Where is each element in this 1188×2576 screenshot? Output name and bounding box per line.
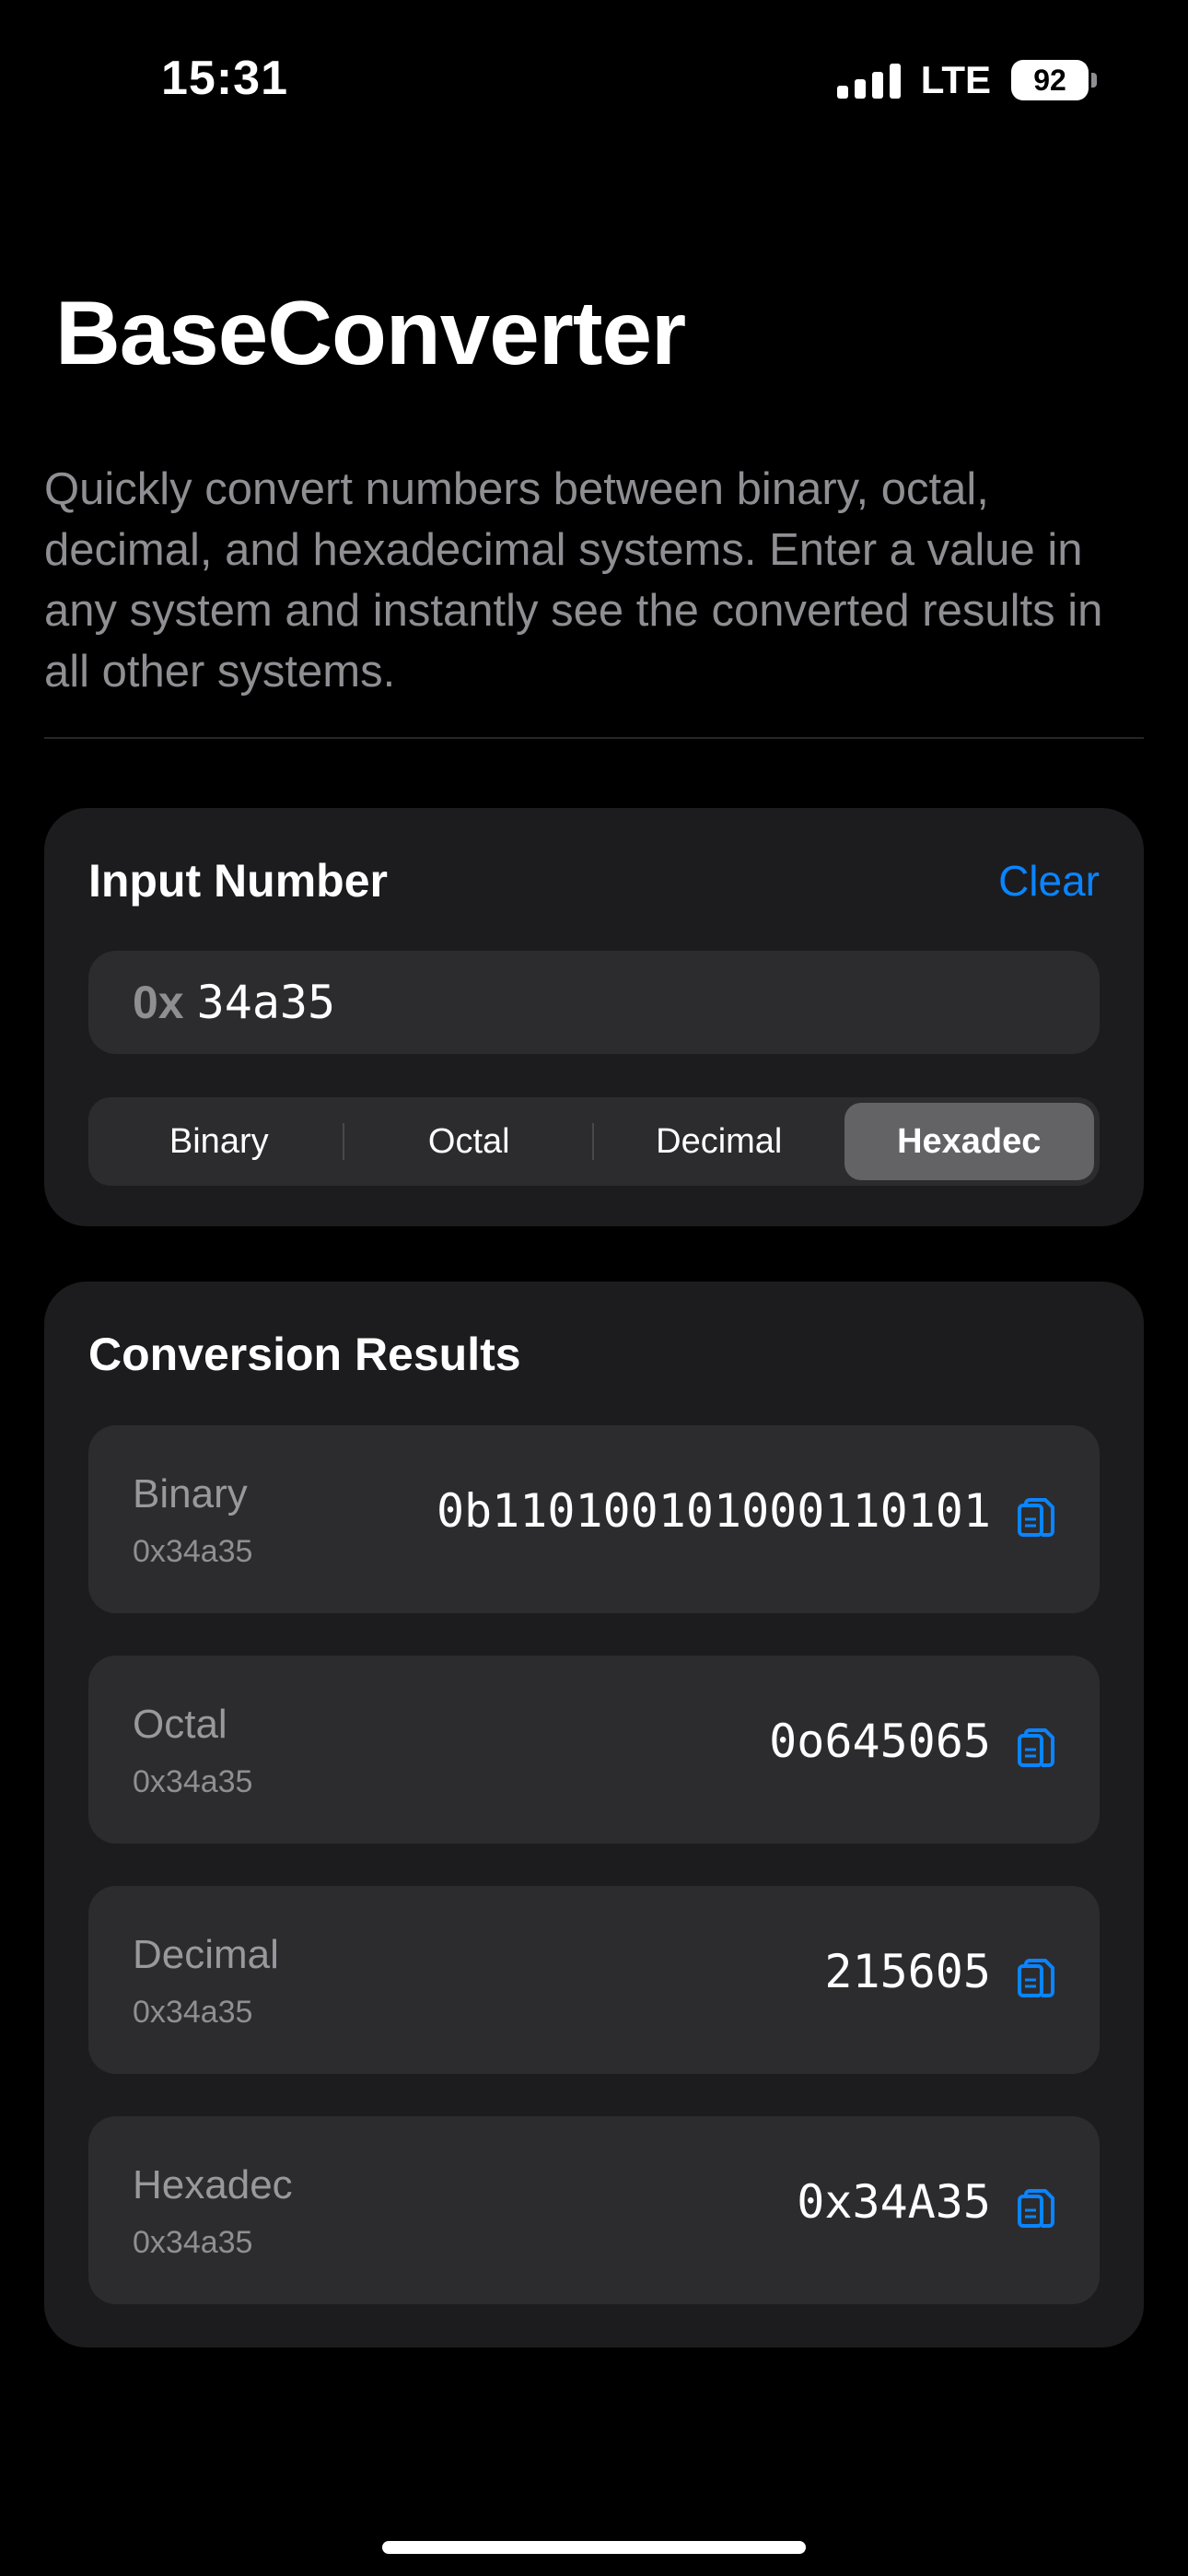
segment-octal[interactable]: Octal [344,1103,595,1180]
result-row-decimal: Decimal 0x34a35 215605 [88,1886,1100,2074]
result-source: 0x34a35 [133,1534,253,1569]
app-description: Quickly convert numbers between binary, … [44,464,1103,697]
result-source: 0x34a35 [133,1995,253,2030]
copy-icon[interactable] [1017,1958,1055,2004]
result-source: 0x34a35 [133,2225,253,2260]
result-value: 0o645065 [769,1715,991,1768]
result-row-hexadec: Hexadec 0x34a35 0x34A35 [88,2116,1100,2304]
signal-icon [836,62,901,99]
status-indicators: LTE 92 [836,57,1097,103]
result-label: Octal [133,1702,227,1747]
status-time: 15:31 [161,52,288,105]
result-value: 215605 [824,1945,991,1998]
base-segmented-control: Binary Octal Decimal Hexadec [88,1097,1100,1186]
segment-decimal[interactable]: Decimal [594,1103,844,1180]
input-card-title: Input Number [88,855,388,907]
number-input[interactable]: 0x 34a35 [88,951,1100,1054]
result-value: 0b110100101000110101 [436,1484,991,1538]
result-source: 0x34a35 [133,1764,253,1799]
copy-icon[interactable] [1017,2188,1055,2234]
status-bar: 15:31 LTE 92 [0,0,1188,157]
input-prefix: 0x [133,977,184,1028]
segment-hexadec[interactable]: Hexadec [844,1103,1094,1180]
result-label: Binary [133,1471,248,1516]
home-indicator[interactable] [382,2541,806,2554]
result-row-octal: Octal 0x34a35 0o645065 [88,1656,1100,1844]
network-type: LTE [920,58,991,101]
divider [44,737,1144,739]
copy-icon[interactable] [1017,1497,1055,1543]
segment-binary[interactable]: Binary [94,1103,344,1180]
result-value: 0x34A35 [797,2175,991,2229]
battery-level: 92 [1033,63,1066,97]
result-label: Decimal [133,1932,279,1977]
battery-icon: 92 [1011,60,1097,100]
result-label: Hexadec [133,2162,293,2207]
results-card: Conversion Results Binary 0x34a35 0b1101… [44,1282,1144,2348]
result-row-binary: Binary 0x34a35 0b110100101000110101 [88,1425,1100,1613]
input-value: 34a35 [196,976,336,1029]
copy-icon[interactable] [1017,1727,1055,1774]
results-card-title: Conversion Results [88,1329,521,1380]
app-title: BaseConverter [55,282,686,383]
input-card: Input Number Clear 0x 34a35 Binary Octal… [44,808,1144,1226]
clear-button[interactable]: Clear [998,856,1100,906]
